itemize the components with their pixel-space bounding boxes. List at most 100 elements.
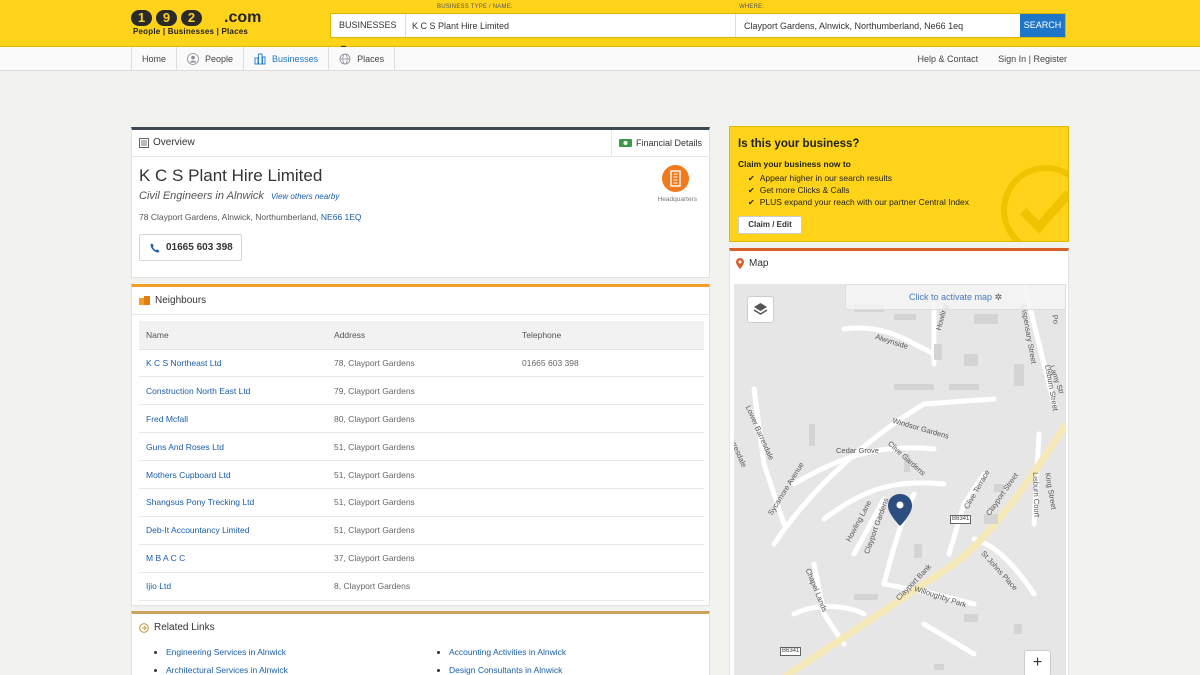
document-icon [139, 137, 149, 148]
related-links-heading: Related Links [139, 622, 215, 633]
cursor-click-icon: ✲ [994, 292, 1003, 302]
company-name: K C S Plant Hire Limited [139, 166, 323, 185]
related-link[interactable]: Architectural Services in Alnwick [166, 665, 288, 675]
tick-icon: ✔ [748, 185, 755, 195]
view-others-link[interactable]: View others nearby [271, 192, 339, 201]
table-row: Guns And Roses Ltd 51, Clayport Gardens [139, 432, 704, 462]
banknote-icon [618, 139, 632, 147]
neighbour-name-link[interactable]: Shangsus Pony Trecking Ltd [139, 488, 327, 517]
nav-people-label: People [205, 54, 234, 64]
nav-home[interactable]: Home [132, 47, 178, 71]
related-links-panel: Related Links Engineering Services in Al… [131, 611, 710, 675]
map-pin-icon [736, 258, 744, 269]
table-row: Deb-It Accountancy Limited 51, Clayport G… [139, 516, 704, 545]
neighbour-phone [515, 516, 704, 545]
account-links: Sign In | Register [998, 47, 1067, 71]
phone-button[interactable]: 01665 603 398 [139, 234, 242, 261]
nav-people[interactable]: People [177, 47, 245, 71]
neighbour-name-link[interactable]: Fred Mcfall [139, 404, 327, 434]
logo-tagline: People | Businesses | Places [133, 27, 249, 36]
table-row: Construction North East Ltd 79, Clayport … [139, 376, 704, 406]
neighbour-address: 79, Clayport Gardens [327, 376, 515, 406]
street-label: Po [1050, 314, 1061, 325]
map-heading: Map [736, 258, 768, 269]
company-address: 78 Clayport Gardens, Alnwick, Northumber… [139, 212, 362, 222]
search-button[interactable]: SEARCH [1020, 14, 1065, 37]
site-logo[interactable]: 1 9 2 .com People | Businesses | Places [131, 9, 262, 40]
related-link[interactable]: Design Consultants in Alnwick [449, 665, 562, 675]
help-contact-link[interactable]: Help & Contact [918, 47, 979, 71]
neighbour-name-link[interactable]: Construction North East Ltd [139, 376, 327, 406]
related-link-item: Accounting Activities in Alnwick [437, 647, 566, 657]
where-input[interactable] [735, 14, 1020, 37]
neighbour-phone [515, 404, 704, 434]
main-nav: Home People Businesses Places Help & Con… [0, 47, 1200, 71]
register-link[interactable]: Register [1033, 54, 1067, 64]
claim-benefit-text: Get more Clicks & Calls [759, 185, 850, 195]
column-header-address: Address [327, 321, 515, 350]
road-number-badge: B6341 [950, 515, 972, 524]
map-zoom-in-button[interactable]: + [1024, 650, 1051, 675]
road-number-badge: B6341 [780, 647, 802, 656]
financial-details-link[interactable]: Financial Details [610, 130, 709, 156]
headquarters-icon [662, 165, 689, 192]
neighbour-address: 8, Clayport Gardens [327, 572, 515, 601]
table-row: Fred Mcfall 80, Clayport Gardens [139, 404, 704, 434]
neighbour-phone [515, 544, 704, 573]
phone-icon [150, 243, 160, 252]
claim-benefit: ✔ Appear higher in our search results [748, 172, 969, 184]
nav-businesses[interactable]: Businesses [244, 47, 330, 71]
neighbour-name-link[interactable]: Mothers Cupboard Ltd [139, 460, 327, 489]
tick-icon: ✔ [748, 173, 755, 183]
company-category: Civil Engineers in Alnwick View others n… [139, 190, 339, 202]
street-label: Lisburn Court [1031, 472, 1042, 518]
globe-icon [339, 53, 351, 65]
activate-map-overlay[interactable]: Click to activate map ✲ [845, 284, 1066, 310]
street-label: Cedar Grove [836, 446, 879, 455]
logo-digit: 1 [131, 10, 152, 26]
neighbours-panel: Neighbours Name Address Telephone K C S … [131, 284, 710, 606]
claim-benefit: ✔ PLUS expand your reach with our partner… [748, 196, 969, 208]
neighbour-address: 51, Clayport Gardens [327, 432, 515, 462]
people-icon [187, 53, 199, 65]
tick-icon: ✔ [748, 197, 755, 207]
sign-in-link[interactable]: Sign In [998, 54, 1026, 64]
neighbour-name-link[interactable]: Ijio Ltd [139, 572, 327, 601]
buildings-icon [254, 53, 266, 65]
postcode-link[interactable]: NE66 1EQ [321, 212, 362, 222]
logo-suffix: .com [224, 9, 262, 26]
column-header-telephone: Telephone [515, 321, 704, 350]
related-link[interactable]: Accounting Activities in Alnwick [449, 647, 566, 657]
bullet [154, 668, 157, 672]
claim-business-box: Is this your business? Claim your busine… [729, 126, 1069, 242]
related-link[interactable]: Engineering Services in Alnwick [166, 647, 286, 657]
related-links-title: Related Links [154, 622, 215, 633]
neighbours-title: Neighbours [155, 295, 207, 306]
nav-places[interactable]: Places [329, 47, 396, 71]
neighbour-name-link[interactable]: Guns And Roses Ltd [139, 432, 327, 462]
neighbour-name-link[interactable]: M B A C C [139, 544, 327, 573]
claim-benefit: ✔ Get more Clicks & Calls [748, 184, 969, 196]
claim-edit-button[interactable]: Claim / Edit [738, 216, 802, 234]
neighbour-address: 78, Clayport Gardens [327, 349, 515, 378]
overview-panel: Overview Financial Details K C S Plant H… [131, 127, 710, 278]
link-icon [139, 622, 149, 633]
nav-home-label: Home [142, 54, 167, 64]
table-row: Ijio Ltd 8, Clayport Gardens [139, 572, 704, 601]
search-type-select[interactable]: BUSINESSES ▼ [331, 14, 406, 53]
neighbour-address: 51, Clayport Gardens [327, 488, 515, 517]
neighbour-name-link[interactable]: Deb-It Accountancy Limited [139, 516, 327, 545]
column-header-name: Name [139, 321, 327, 350]
bullet [437, 668, 440, 672]
headquarters-label: Headquarters [657, 196, 697, 203]
neighbour-phone [515, 376, 704, 406]
map-canvas[interactable]: Alwynside Howling Dispensary Street Lamy… [734, 284, 1066, 675]
map-layers-button[interactable] [747, 296, 774, 323]
business-field-label: BUSINESS TYPE / NAME: [437, 4, 513, 10]
business-name-input[interactable] [412, 14, 732, 37]
neighbours-icon [139, 296, 150, 305]
table-row: M B A C C 37, Clayport Gardens [139, 544, 704, 573]
neighbour-name-link[interactable]: K C S Northeast Ltd [139, 349, 327, 378]
neighbour-phone [515, 432, 704, 462]
table-row: Mothers Cupboard Ltd 51, Clayport Gardens [139, 460, 704, 489]
